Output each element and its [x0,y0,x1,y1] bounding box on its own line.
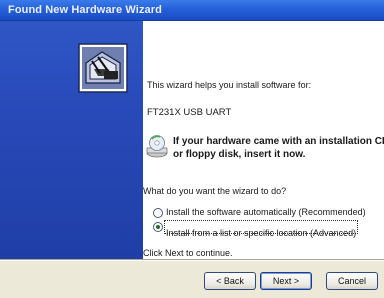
wizard-side-panel [0,21,143,259]
option-automatic-label[interactable]: Install the software automatically (Reco… [166,207,366,217]
intro-text: This wizard helps you install software f… [147,80,312,90]
radio-selected-dot [156,225,160,229]
option-list-label[interactable]: Install from a list or specific location… [166,228,356,238]
cd-drive-icon [146,135,168,158]
button-bar: < Back Next > Cancel [0,261,384,298]
device-name: FT231X USB UART [147,107,232,118]
continue-text: Click Next to continue. [143,248,233,258]
wizard-question: What do you want the wizard to do? [143,186,287,196]
next-button[interactable]: Next > [260,272,312,290]
cd-instruction-line1: If your hardware came with an installati… [173,136,384,147]
wizard-window: Found New Hardware Wizard This wizard he… [0,0,384,298]
window-title: Found New Hardware Wizard [8,4,162,16]
hardware-wizard-icon [78,43,128,93]
back-button[interactable]: < Back [204,272,256,290]
cd-instruction-line2: or floppy disk, insert it now. [173,149,306,160]
cancel-button[interactable]: Cancel [326,272,378,290]
radio-install-automatic[interactable] [153,208,163,218]
title-bar[interactable]: Found New Hardware Wizard [0,0,384,21]
focus-outline: Install from a list or specific location… [164,220,359,238]
radio-install-from-list[interactable] [153,222,163,232]
